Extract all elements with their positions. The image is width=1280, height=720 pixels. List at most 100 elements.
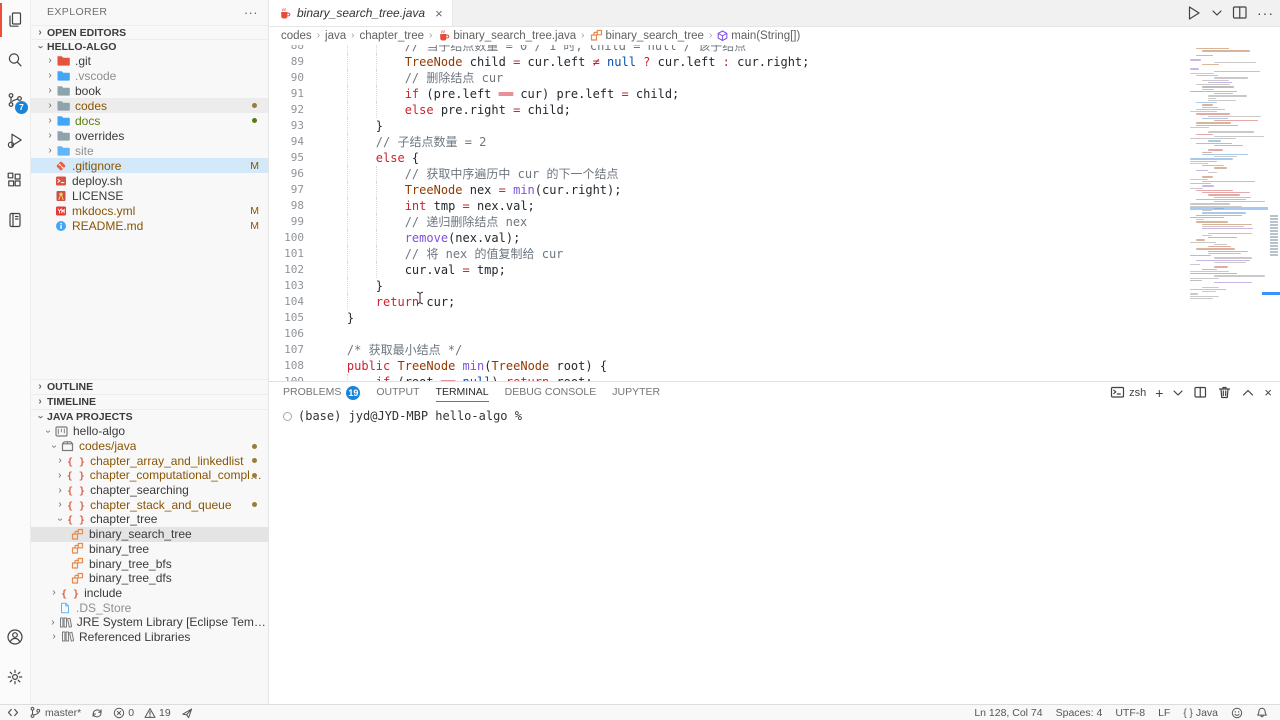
encoding[interactable]: UTF-8 — [1115, 707, 1145, 719]
breadcrumb-item[interactable]: binary_search_tree — [590, 29, 704, 42]
jp-row-hello-algo[interactable]: › hello-algo — [31, 424, 268, 439]
line-number: 97 — [269, 182, 304, 198]
git-branch[interactable]: master* — [29, 706, 81, 719]
jp-row-include[interactable]: ›{ } include — [31, 586, 268, 601]
close-panel-button[interactable]: × — [1264, 385, 1272, 400]
explorer-more-button[interactable]: ··· — [244, 0, 258, 25]
jp-row-chapter-array-and-linkedlist[interactable]: ›{ } chapter_array_and_linkedlist — [31, 453, 268, 468]
shell-selector[interactable]: zsh — [1110, 385, 1146, 400]
jp-row-chapter-computational-complexity[interactable]: ›{ } chapter_computational_complexity — [31, 468, 268, 483]
code-line: 108 public TreeNode min(TreeNode root) { — [269, 358, 1188, 374]
activity-source-control-icon[interactable]: 7 — [0, 80, 30, 120]
jp-row-chapter-searching[interactable]: ›{ } chapter_searching — [31, 483, 268, 498]
file-name: .git — [75, 54, 91, 68]
maximize-panel-button[interactable] — [1241, 387, 1255, 399]
terminal-dropdown-chevron[interactable] — [1172, 387, 1184, 399]
code-line: 91 if (pre.left ══ cur) pre.left = child… — [269, 86, 1188, 102]
run-status[interactable] — [181, 707, 193, 719]
activity-run-debug-icon[interactable] — [0, 120, 30, 160]
terminal-content[interactable]: (base) jyd@JYD-MBP hello-algo % — [283, 409, 522, 423]
activity-notebook-icon[interactable] — [0, 200, 30, 240]
kill-terminal-button[interactable] — [1217, 385, 1232, 400]
activity-settings-gear-icon[interactable] — [0, 657, 30, 697]
file-row-codes[interactable]: › codes — [31, 98, 268, 113]
run-dropdown-chevron[interactable] — [1211, 7, 1223, 19]
minimap[interactable] — [1190, 45, 1268, 381]
file-name: codes — [75, 99, 107, 113]
activity-explorer-icon[interactable] — [0, 0, 30, 40]
file-row--gitignore[interactable]: .gitignore M — [31, 158, 268, 173]
panel-tab-output[interactable]: OUTPUT — [376, 382, 419, 403]
open-editors-section[interactable]: › OPEN EDITORS — [31, 25, 268, 40]
git-sync[interactable] — [91, 707, 103, 719]
outline-section[interactable]: › OUTLINE — [31, 379, 268, 394]
jp-row-binary-search-tree[interactable]: binary_search_tree — [31, 527, 268, 542]
timeline-section[interactable]: › TIMELINE — [31, 394, 268, 409]
breadcrumb-item[interactable]: codes — [281, 30, 312, 42]
file-row-README-md[interactable]: README.md M — [31, 218, 268, 233]
file-row-LICENSE[interactable]: LICENSE — [31, 188, 268, 203]
split-terminal-button[interactable] — [1193, 385, 1208, 400]
line-number: 92 — [269, 102, 304, 118]
jp-row-binary-tree-bfs[interactable]: binary_tree_bfs — [31, 556, 268, 571]
activity-account-icon[interactable] — [0, 617, 30, 657]
file-row-site[interactable]: › site — [31, 143, 268, 158]
file-row-docs[interactable]: › docs — [31, 113, 268, 128]
indentation[interactable]: Spaces: 4 — [1056, 707, 1103, 719]
editor-more-button[interactable]: ··· — [1257, 5, 1274, 21]
eol[interactable]: LF — [1158, 707, 1170, 719]
problems-warnings[interactable]: 19 — [144, 707, 171, 719]
file-row--git[interactable]: › .git — [31, 53, 268, 68]
file-row-book[interactable]: › book — [31, 83, 268, 98]
file-row-mkdocs-yml[interactable]: mkdocs.yml M — [31, 203, 268, 218]
jp-row-codes-java[interactable]: › codes/java — [31, 439, 268, 454]
jp-row-referenced-libraries[interactable]: › Referenced Libraries — [31, 630, 268, 645]
project-icon — [55, 425, 68, 438]
split-editor-button[interactable] — [1231, 4, 1249, 22]
panel-tab-terminal[interactable]: TERMINAL — [436, 382, 489, 403]
jp-label: hello-algo — [73, 424, 125, 438]
jp-row-binary-tree-dfs[interactable]: binary_tree_dfs — [31, 571, 268, 586]
class-icon — [71, 572, 84, 585]
jp-row-chapter-tree[interactable]: ›{ } chapter_tree — [31, 512, 268, 527]
jp-row-jre-system-library-eclipse-temurin-17-17-[interactable]: › JRE System Library [Eclipse Temurin 17… — [31, 615, 268, 630]
file-row-deploy-sh[interactable]: deploy.sh — [31, 173, 268, 188]
new-terminal-button[interactable]: + — [1155, 385, 1163, 401]
breadcrumb-item[interactable]: main(String[]) — [717, 30, 800, 42]
chevron-icon: › — [55, 455, 65, 466]
remote-indicator[interactable] — [7, 707, 19, 718]
language-mode[interactable]: { } Java — [1183, 707, 1218, 719]
line-number: 102 — [269, 262, 304, 278]
panel-tab-jupyter[interactable]: JUPYTER — [612, 382, 660, 403]
file-name: .vscode — [75, 69, 116, 83]
outline-label: OUTLINE — [47, 380, 93, 394]
file-row--vscode[interactable]: › .vscode — [31, 68, 268, 83]
jp-row-chapter-stack-and-queue[interactable]: ›{ } chapter_stack_and_queue — [31, 497, 268, 512]
panel-tab-debug-console[interactable]: DEBUG CONSOLE — [505, 382, 597, 403]
breadcrumb-separator: › — [709, 30, 712, 41]
java-projects-section[interactable]: › JAVA PROJECTS — [31, 409, 268, 424]
jp-row-binary-tree[interactable]: binary_tree — [31, 542, 268, 557]
notifications[interactable] — [1256, 707, 1268, 719]
feedback[interactable] — [1231, 707, 1243, 719]
tab-close-icon[interactable]: × — [435, 6, 443, 21]
breadcrumb-item[interactable]: java — [325, 30, 346, 42]
panel-tab-problems[interactable]: PROBLEMS 19 — [283, 382, 360, 403]
cursor-position[interactable]: Ln 128, Col 74 — [974, 707, 1042, 719]
breadcrumb-item[interactable]: binary_search_tree.java — [437, 29, 576, 42]
activity-extensions-icon[interactable] — [0, 160, 30, 200]
problems-errors[interactable]: 0 — [113, 707, 134, 719]
package-icon — [61, 440, 74, 453]
tab-binary-search-tree[interactable]: binary_search_tree.java × — [269, 0, 453, 26]
minimap-highlight-line — [1190, 207, 1268, 210]
git-status-badge: M — [250, 220, 259, 232]
project-root-section[interactable]: › HELLO-ALGO — [31, 39, 268, 54]
run-button[interactable] — [1185, 4, 1203, 22]
file-row-overrides[interactable]: › overrides — [31, 128, 268, 143]
jp-row--ds-store[interactable]: .DS_Store — [31, 600, 268, 615]
breadcrumb-item[interactable]: chapter_tree — [359, 30, 424, 42]
activity-search-icon[interactable] — [0, 40, 30, 80]
line-number: 88 — [269, 45, 304, 54]
line-number: 101 — [269, 246, 304, 262]
code-editor[interactable]: 88 // 当子结点数量 = 0 / 1 时, child = null / 该… — [269, 45, 1188, 381]
